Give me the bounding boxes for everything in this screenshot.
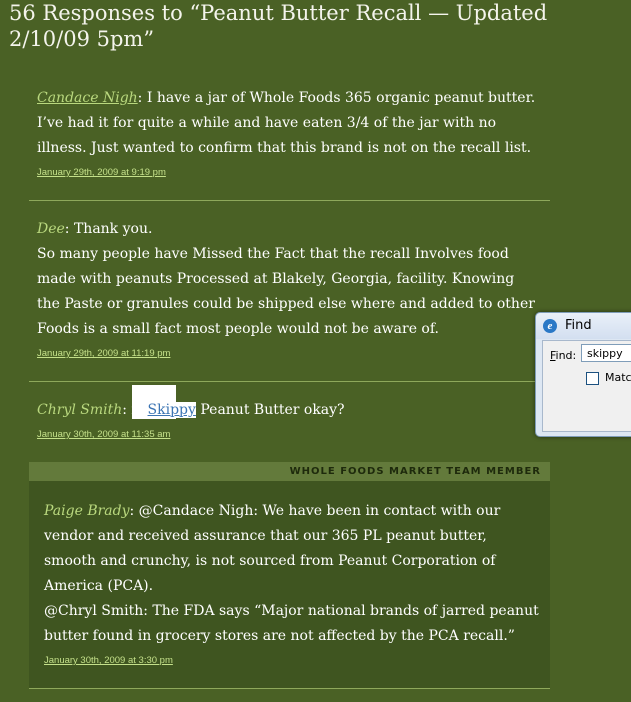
team-member-comment: WHOLE FOODS MARKET TEAM MEMBER Paige Bra… <box>29 462 550 688</box>
comment-text-continued: So many people have Missed the Fact that… <box>37 246 535 337</box>
page-title: 56 Responses to “Peanut Butter Recall — … <box>9 1 548 51</box>
match-checkbox[interactable] <box>586 372 599 385</box>
find-dialog-body: Find: skippy Match <box>542 340 631 432</box>
comment-date[interactable]: January 29th, 2009 at 9:19 pm <box>37 166 537 180</box>
comment-author: Chryl Smith <box>37 402 123 418</box>
find-label: Find: <box>550 349 577 362</box>
separator <box>29 381 550 382</box>
find-dialog-titlebar[interactable]: e Find <box>536 313 631 339</box>
comment-item: Paige Brady: @Candace Nigh: We have been… <box>44 499 539 649</box>
comment-date[interactable]: January 30th, 2009 at 3:30 pm <box>44 654 173 668</box>
team-member-badge: WHOLE FOODS MARKET TEAM MEMBER <box>29 462 550 481</box>
separator <box>29 688 550 689</box>
comment-item: Candace Nigh: I have a jar of Whole Food… <box>37 86 537 180</box>
comment-author[interactable]: Candace Nigh <box>37 90 138 106</box>
comment-item: Chryl Smith: is Skippy Peanut Butter oka… <box>37 398 537 442</box>
comment-author: Paige Brady <box>44 503 130 519</box>
comment-text: Peanut Butter okay? <box>195 402 345 418</box>
search-match-highlight[interactable]: Skippy <box>147 402 196 418</box>
comment-item: Dee: Thank you. So many people have Miss… <box>37 217 537 361</box>
comment-date[interactable]: January 29th, 2009 at 11:19 pm <box>37 347 537 361</box>
separator <box>29 200 550 201</box>
match-label: Match <box>605 371 631 384</box>
find-dialog-title: Find <box>565 318 592 333</box>
comment-date[interactable]: January 30th, 2009 at 11:35 am <box>37 428 537 442</box>
browser-icon: e <box>543 319 557 333</box>
comment-text-continued: @Chryl Smith: The FDA says “Major nation… <box>44 603 539 644</box>
comment-text: : Thank you. <box>64 221 153 237</box>
comment-author: Dee <box>37 221 65 237</box>
find-input[interactable]: skippy <box>581 344 631 362</box>
comment-text: : is <box>122 402 148 418</box>
find-dialog: e Find Find: skippy Match <box>535 312 631 437</box>
